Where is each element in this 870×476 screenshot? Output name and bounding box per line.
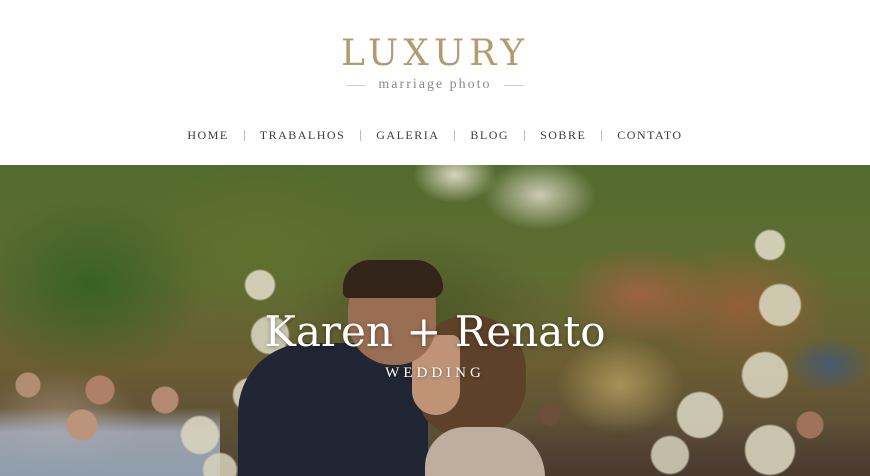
main-nav: HOME TRABALHOS GALERIA BLOG SOBRE CONTAT… [0,128,870,143]
nav-item-contato[interactable]: CONTATO [602,128,697,143]
site-header: LUXURY marriage photo HOME TRABALHOS GAL… [0,0,870,165]
logo-title: LUXURY [340,33,529,74]
nav-item-galeria[interactable]: GALERIA [361,128,454,143]
tagline-rule-right [503,84,524,86]
nav-item-blog[interactable]: BLOG [455,128,524,143]
logo-subtitle: marriage photo [378,77,492,92]
logo[interactable]: LUXURY marriage photo [0,33,870,93]
hero-banner[interactable]: Karen + Renato WEDDING [0,165,870,476]
logo-tagline: marriage photo [0,77,870,93]
tagline-rule-left [346,84,367,86]
hero-subtitle: WEDDING [385,365,485,381]
nav-item-trabalhos[interactable]: TRABALHOS [245,128,361,143]
hero-title: Karen + Renato [264,307,606,356]
nav-item-sobre[interactable]: SOBRE [525,128,601,143]
nav-item-home[interactable]: HOME [172,128,243,143]
